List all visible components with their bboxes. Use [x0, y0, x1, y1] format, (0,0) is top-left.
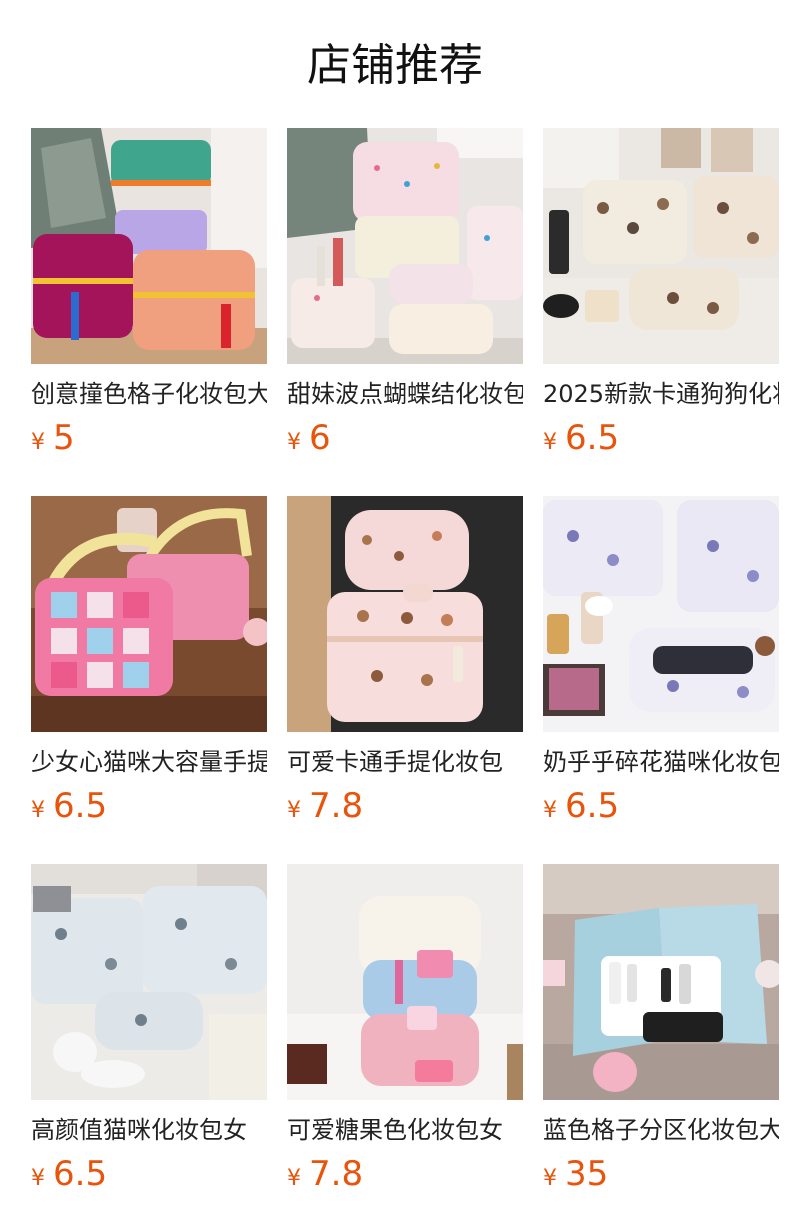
- product-name[interactable]: 可爱糖果色化妆包女: [287, 1114, 523, 1146]
- price-value: 6.5: [565, 786, 620, 826]
- price-value: 5: [53, 418, 75, 458]
- product-card[interactable]: 可爱卡通手提化妆包 ¥7.8: [287, 496, 523, 864]
- product-image[interactable]: [31, 864, 267, 1100]
- product-card[interactable]: 创意撞色格子化妆包大容量 ¥5: [31, 128, 267, 496]
- product-name[interactable]: 创意撞色格子化妆包大容量: [31, 378, 267, 410]
- product-name[interactable]: 奶乎乎碎花猫咪化妆包: [543, 746, 779, 778]
- currency-symbol: ¥: [543, 1166, 557, 1191]
- product-card[interactable]: 高颜值猫咪化妆包女 ¥6.5: [31, 864, 267, 1232]
- product-card[interactable]: 可爱糖果色化妆包女 ¥7.8: [287, 864, 523, 1232]
- product-card[interactable]: 少女心猫咪大容量手提化妆包 ¥6.5: [31, 496, 267, 864]
- price-value: 35: [565, 1154, 609, 1194]
- product-price: ¥7.8: [287, 1154, 523, 1194]
- currency-symbol: ¥: [287, 1166, 301, 1191]
- product-price: ¥35: [543, 1154, 779, 1194]
- price-value: 7.8: [309, 786, 364, 826]
- product-name[interactable]: 甜妹波点蝴蝶结化妆包: [287, 378, 523, 410]
- product-card[interactable]: 奶乎乎碎花猫咪化妆包 ¥6.5: [543, 496, 779, 864]
- product-price: ¥6: [287, 418, 523, 458]
- product-image[interactable]: [543, 128, 779, 364]
- product-name[interactable]: 蓝色格子分区化妆包大容量: [543, 1114, 779, 1146]
- price-value: 6.5: [565, 418, 620, 458]
- price-value: 7.8: [309, 1154, 364, 1194]
- product-image[interactable]: [31, 128, 267, 364]
- currency-symbol: ¥: [31, 1166, 45, 1191]
- currency-symbol: ¥: [543, 798, 557, 823]
- currency-symbol: ¥: [543, 430, 557, 455]
- product-price: ¥6.5: [31, 786, 267, 826]
- product-card[interactable]: 2025新款卡通狗狗化妆包 ¥6.5: [543, 128, 779, 496]
- price-value: 6: [309, 418, 331, 458]
- currency-symbol: ¥: [31, 798, 45, 823]
- product-name[interactable]: 2025新款卡通狗狗化妆包: [543, 378, 779, 410]
- product-card[interactable]: 甜妹波点蝴蝶结化妆包 ¥6: [287, 128, 523, 496]
- currency-symbol: ¥: [31, 430, 45, 455]
- price-value: 6.5: [53, 1154, 108, 1194]
- section-title: 店铺推荐: [307, 40, 483, 91]
- product-grid: 创意撞色格子化妆包大容量 ¥5: [31, 128, 779, 1232]
- product-image[interactable]: [287, 496, 523, 732]
- product-card[interactable]: 蓝色格子分区化妆包大容量 ¥35: [543, 864, 779, 1232]
- product-name[interactable]: 高颜值猫咪化妆包女: [31, 1114, 267, 1146]
- price-value: 6.5: [53, 786, 108, 826]
- product-image[interactable]: [287, 128, 523, 364]
- product-price: ¥6.5: [31, 1154, 267, 1194]
- product-price: ¥6.5: [543, 418, 779, 458]
- product-image[interactable]: [287, 864, 523, 1100]
- product-price: ¥5: [31, 418, 267, 458]
- product-image[interactable]: [543, 864, 779, 1100]
- product-name[interactable]: 可爱卡通手提化妆包: [287, 746, 523, 778]
- product-price: ¥6.5: [543, 786, 779, 826]
- currency-symbol: ¥: [287, 798, 301, 823]
- product-name[interactable]: 少女心猫咪大容量手提化妆包: [31, 746, 267, 778]
- product-price: ¥7.8: [287, 786, 523, 826]
- product-image[interactable]: [543, 496, 779, 732]
- currency-symbol: ¥: [287, 430, 301, 455]
- product-image[interactable]: [31, 496, 267, 732]
